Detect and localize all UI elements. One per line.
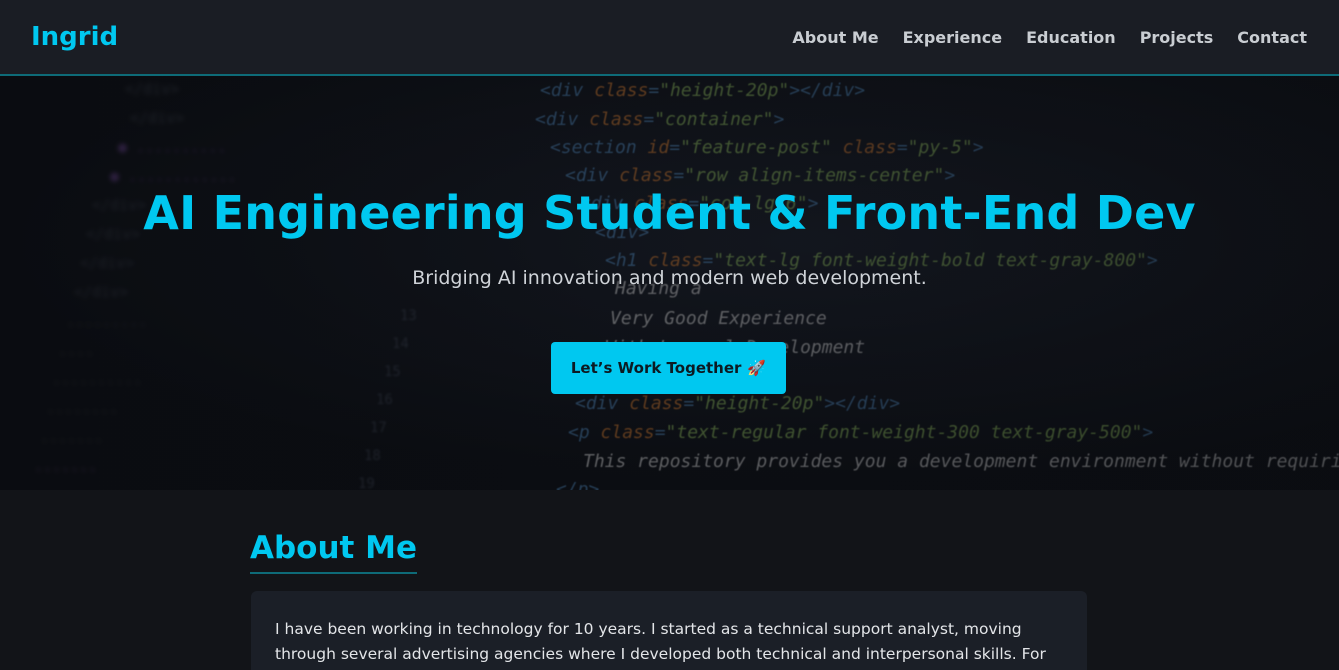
cta-label: Let’s Work Together bbox=[570, 359, 742, 377]
nav-contact[interactable]: Contact bbox=[1237, 28, 1307, 47]
section-title-about: About Me bbox=[250, 530, 418, 574]
about-text: I have been working in technology for 10… bbox=[275, 620, 1046, 663]
nav-experience[interactable]: Experience bbox=[903, 28, 1003, 47]
site-header: Ingrid About Me Experience Education Pro… bbox=[0, 0, 1339, 76]
brand-logo[interactable]: Ingrid bbox=[31, 22, 118, 52]
nav-projects[interactable]: Projects bbox=[1140, 28, 1214, 47]
hero-title: AI Engineering Student & Front-End Dev bbox=[143, 186, 1196, 240]
main-nav: About Me Experience Education Projects C… bbox=[792, 28, 1307, 47]
hero-section: </div> </div> ● .......... ● ...........… bbox=[0, 76, 1339, 490]
nav-education[interactable]: Education bbox=[1026, 28, 1116, 47]
about-section: About Me I have been working in technolo… bbox=[0, 490, 1339, 670]
about-card: I have been working in technology for 10… bbox=[251, 591, 1087, 670]
nav-about-me[interactable]: About Me bbox=[792, 28, 878, 47]
work-together-button[interactable]: Let’s Work Together 🚀 bbox=[551, 342, 786, 394]
hero-subtitle: Bridging AI innovation and modern web de… bbox=[412, 267, 927, 289]
rocket-icon: 🚀 bbox=[747, 359, 767, 377]
